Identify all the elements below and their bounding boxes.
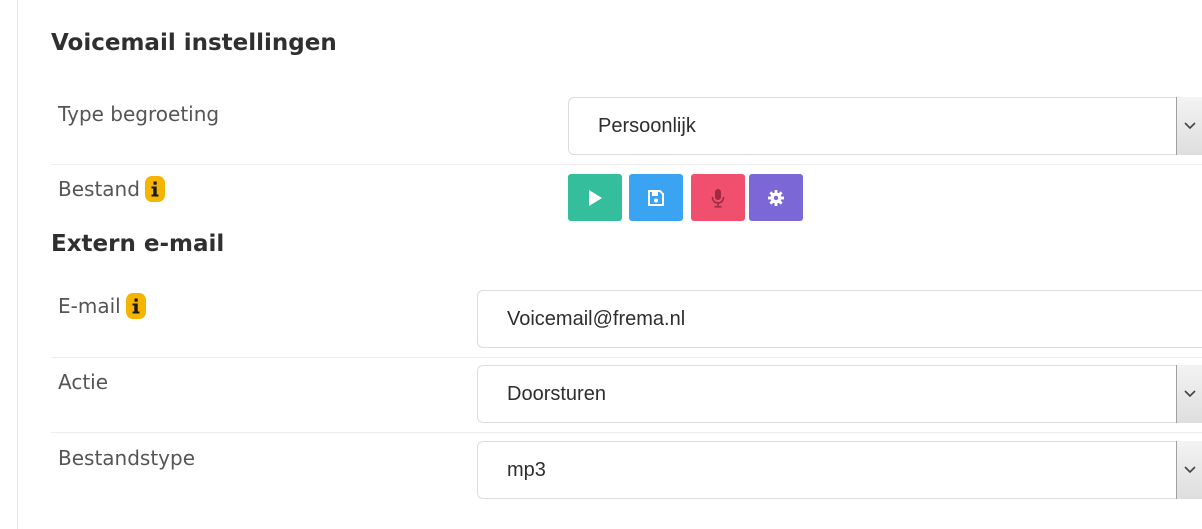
- greeting-type-value: Persoonlijk: [598, 114, 696, 137]
- settings-button[interactable]: [749, 174, 803, 221]
- external-email-title: Extern e-mail: [51, 231, 225, 257]
- action-label-text: Actie: [58, 370, 109, 394]
- greeting-type-label: Type begroeting: [58, 104, 219, 124]
- filetype-label-text: Bestandstype: [58, 446, 196, 470]
- action-value: Doorsturen: [507, 382, 606, 405]
- file-label-text: Bestand: [58, 177, 140, 201]
- row-divider: [51, 164, 1202, 165]
- play-icon: [589, 189, 602, 206]
- filetype-value: mp3: [507, 458, 546, 481]
- email-label-text: E-mail: [58, 294, 121, 318]
- chevron-down-icon[interactable]: [1176, 441, 1202, 499]
- action-label: Actie: [58, 372, 108, 392]
- filetype-label: Bestandstype: [58, 448, 195, 468]
- filetype-select[interactable]: mp3: [477, 441, 1202, 499]
- file-label: Bestand: [58, 176, 165, 202]
- info-icon[interactable]: [125, 293, 146, 319]
- info-icon[interactable]: [144, 176, 165, 202]
- chevron-down-icon[interactable]: [1176, 97, 1202, 155]
- play-button[interactable]: [568, 174, 622, 221]
- email-input-value: Voicemail@frema.nl: [507, 307, 686, 330]
- row-divider: [51, 432, 1202, 433]
- greeting-type-select[interactable]: Persoonlijk: [568, 97, 1202, 155]
- email-input[interactable]: Voicemail@frema.nl: [477, 290, 1202, 348]
- voicemail-settings-title: Voicemail instellingen: [51, 30, 337, 56]
- floppy-disk-icon: [648, 189, 664, 206]
- email-label: E-mail: [58, 293, 146, 319]
- row-divider: [51, 357, 1202, 358]
- record-button[interactable]: [691, 174, 745, 221]
- voicemail-settings-page: Voicemail instellingen Type begroeting P…: [0, 0, 1202, 529]
- microphone-icon: [711, 188, 725, 208]
- left-border: [17, 0, 18, 529]
- greeting-type-label-text: Type begroeting: [58, 102, 220, 126]
- save-button[interactable]: [629, 174, 683, 221]
- action-select[interactable]: Doorsturen: [477, 365, 1202, 423]
- gear-icon: [768, 189, 784, 206]
- chevron-down-icon[interactable]: [1176, 365, 1202, 423]
